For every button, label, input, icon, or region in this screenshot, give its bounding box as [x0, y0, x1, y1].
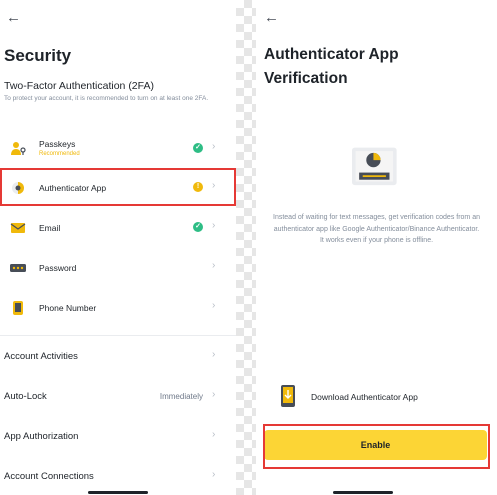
method-row-phone[interactable]: Phone Number › — [0, 288, 236, 328]
settings-row-account-connections[interactable]: Account Connections › — [0, 461, 236, 491]
method-row-email[interactable]: Email ✓ › — [0, 208, 236, 248]
phone-icon — [13, 301, 23, 315]
page-title: Security — [4, 46, 72, 65]
arrow-left-icon[interactable]: ← — [264, 10, 279, 25]
highlight-box — [263, 424, 490, 469]
chevron-right-icon: › — [212, 429, 216, 440]
chevron-right-icon: › — [212, 220, 216, 231]
transparency-gap — [236, 0, 256, 495]
recommended-badge: Recommended — [39, 151, 80, 157]
download-authenticator-row[interactable]: Download Authenticator App — [264, 377, 487, 417]
arrow-left-icon[interactable]: ← — [6, 10, 21, 25]
chevron-right-icon: › — [212, 349, 216, 360]
twofa-title: Two-Factor Authentication (2FA) — [4, 80, 154, 92]
chevron-right-icon: › — [212, 260, 216, 271]
method-label: Email — [39, 223, 61, 233]
authenticator-screen: ← Authenticator App Verification Instead… — [256, 0, 497, 495]
check-circle-icon: ✓ — [193, 222, 203, 232]
settings-row-app-authorization[interactable]: App Authorization › — [0, 421, 236, 451]
check-circle-icon: ✓ — [193, 143, 203, 153]
settings-label: Account Connections — [4, 471, 94, 482]
chevron-right-icon: › — [212, 141, 216, 152]
download-phone-icon — [281, 385, 295, 407]
twofa-description: To protect your account, it is recommend… — [4, 95, 209, 102]
method-row-passkeys[interactable]: Passkeys Recommended ✓ › — [0, 128, 236, 168]
method-label: Password — [39, 263, 77, 273]
settings-row-account-activities[interactable]: Account Activities › — [0, 341, 236, 371]
title-line-2: Verification — [264, 70, 348, 87]
security-screen: ← Security Two-Factor Authentication (2F… — [0, 0, 236, 495]
password-icon — [10, 264, 26, 272]
settings-label: App Authorization — [4, 431, 79, 442]
title-line-1: Authenticator App — [264, 46, 399, 63]
method-row-password[interactable]: Password › — [0, 248, 236, 288]
highlight-box — [0, 168, 236, 206]
method-label: Passkeys — [39, 139, 76, 149]
download-label: Download Authenticator App — [311, 392, 418, 402]
chevron-right-icon: › — [212, 389, 216, 400]
chevron-right-icon: › — [212, 469, 216, 480]
email-icon — [10, 223, 26, 233]
description-text: Instead of waiting for text messages, ge… — [273, 214, 480, 244]
settings-row-auto-lock[interactable]: Auto-Lock Immediately › — [0, 381, 236, 411]
home-indicator — [333, 491, 393, 494]
settings-label: Account Activities — [4, 351, 78, 362]
settings-label: Auto-Lock — [4, 391, 47, 402]
authenticator-illustration-icon — [352, 147, 397, 186]
chevron-right-icon: › — [212, 300, 216, 311]
passkeys-icon — [11, 142, 26, 155]
home-indicator — [88, 491, 148, 494]
method-label: Phone Number — [39, 303, 97, 313]
section-divider — [0, 335, 236, 336]
auto-lock-value: Immediately — [159, 392, 203, 401]
page-title: Authenticator App Verification — [264, 43, 399, 91]
